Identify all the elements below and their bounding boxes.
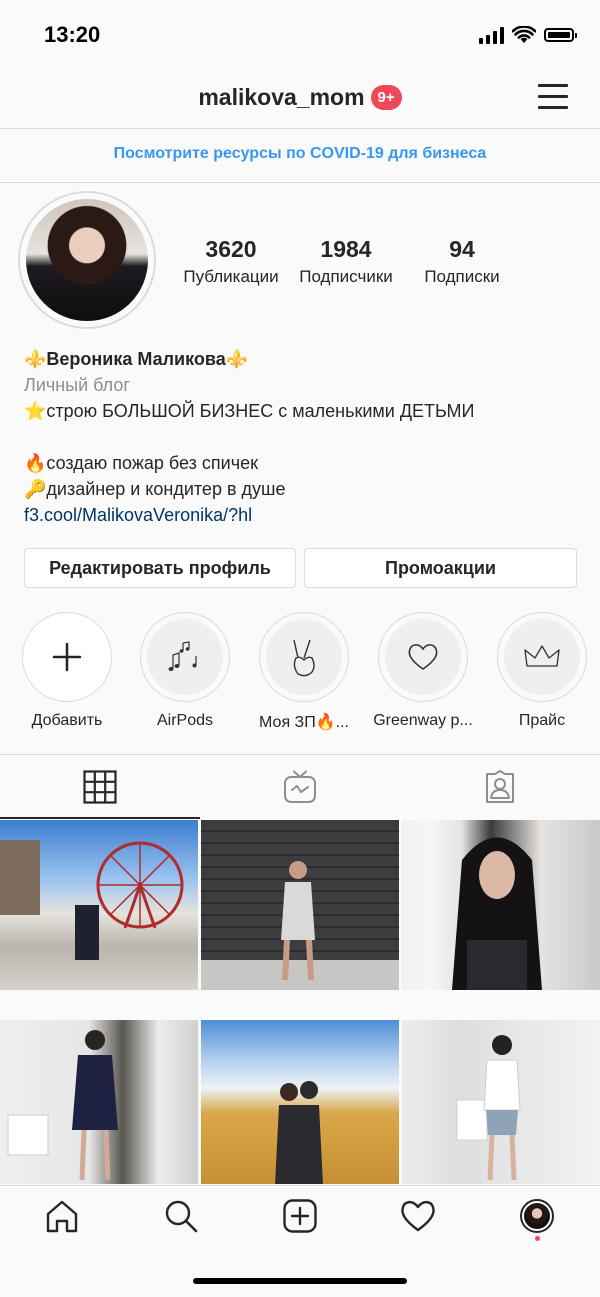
tab-tagged[interactable] <box>400 755 600 819</box>
nav-home[interactable] <box>42 1196 82 1236</box>
highlight-price[interactable]: Прайс <box>492 612 592 730</box>
search-icon <box>165 1200 198 1233</box>
profile-bio: ⚜️Вероника Маликова⚜️ Личный блог ⭐️стро… <box>24 346 584 528</box>
grid-photo[interactable] <box>402 1020 600 1184</box>
profile-avatar[interactable] <box>18 191 156 329</box>
portrait-silhouette-icon <box>452 837 542 990</box>
profile-header: malikova_mom 9+ <box>0 70 600 129</box>
posts-label: Публикации <box>183 267 279 286</box>
grid-photo[interactable] <box>0 1020 198 1184</box>
tab-igtv[interactable] <box>200 755 400 819</box>
cellular-signal-icon <box>479 26 504 44</box>
highlight-label: Добавить <box>31 712 103 729</box>
highlight-circle <box>497 612 587 702</box>
highlight-label: Моя ЗП🔥... <box>259 714 349 731</box>
nav-profile[interactable] <box>517 1196 557 1236</box>
person-silhouette-icon <box>456 1035 521 1181</box>
posts-count: 3620 <box>205 236 257 262</box>
status-time: 13:20 <box>44 22 101 47</box>
peace-hand-icon <box>293 639 315 677</box>
grid-photo[interactable] <box>402 820 600 990</box>
activity-heart-icon <box>401 1200 435 1232</box>
profile-avatar <box>520 1199 554 1233</box>
bio-name: ⚜️Вероника Маликова⚜️ <box>24 349 249 369</box>
battery-icon <box>544 28 577 42</box>
followers-count: 1984 <box>320 236 372 262</box>
bio-line: 🔥создаю пожар без спичек <box>24 453 258 473</box>
tab-grid[interactable] <box>0 755 200 819</box>
plus-icon <box>52 642 82 672</box>
highlight-circle <box>378 612 468 702</box>
tagged-user-icon <box>486 770 514 803</box>
promotions-button[interactable]: Промоакции <box>304 548 577 588</box>
heart-outline-icon <box>408 644 438 670</box>
status-bar: 13:20 <box>0 0 600 70</box>
followers-label: Подписчики <box>299 267 393 286</box>
highlight-circle <box>259 612 349 702</box>
music-notes-icon <box>168 641 197 671</box>
stat-following[interactable]: 94 Подписки <box>397 236 527 287</box>
avatar-photo <box>26 199 148 321</box>
bottom-navigation <box>0 1185 600 1250</box>
profile-username[interactable]: malikova_mom <box>198 84 364 110</box>
stat-followers[interactable]: 1984 Подписчики <box>281 236 411 287</box>
ferris-wheel-icon <box>0 840 184 960</box>
stat-posts[interactable]: 3620 Публикации <box>166 236 296 287</box>
grid-icon <box>83 770 117 804</box>
nav-search[interactable] <box>161 1196 201 1236</box>
username-row[interactable]: malikova_mom 9+ <box>0 84 600 111</box>
bio-category: Личный блог <box>24 375 130 395</box>
highlight-salary[interactable]: Моя ЗП🔥... <box>254 612 354 732</box>
new-post-icon <box>283 1199 317 1233</box>
photo-grid <box>0 820 600 1184</box>
bio-link[interactable]: f3.cool/MalikovaVeronika/?hl <box>24 502 584 528</box>
wifi-icon <box>512 26 536 43</box>
igtv-icon <box>284 770 316 803</box>
following-label: Подписки <box>424 267 500 286</box>
highlight-add[interactable]: Добавить <box>17 612 117 730</box>
grid-photo[interactable] <box>201 820 399 990</box>
notification-dot <box>535 1236 540 1241</box>
highlight-airpods[interactable]: AirPods <box>135 612 235 730</box>
highlight-label: Прайс <box>518 712 566 729</box>
status-icons <box>479 26 577 44</box>
highlight-circle <box>22 612 112 702</box>
highlight-label: Greenway p... <box>373 712 473 729</box>
menu-icon[interactable] <box>538 84 568 109</box>
following-count: 94 <box>449 236 475 262</box>
bio-line: ⭐️строю БОЛЬШОЙ БИЗНЕС с маленькими ДЕТЬ… <box>24 401 475 421</box>
notification-badge[interactable]: 9+ <box>370 85 402 110</box>
home-icon <box>46 1200 78 1233</box>
crown-icon <box>524 645 560 667</box>
active-tab-indicator <box>0 817 200 819</box>
person-silhouette-icon <box>7 1030 118 1181</box>
home-indicator[interactable] <box>193 1278 407 1284</box>
covid-resources-banner[interactable]: Посмотрите ресурсы по COVID-19 для бизне… <box>0 129 600 183</box>
couple-silhouette-icon <box>275 1081 323 1184</box>
grid-photo[interactable] <box>201 1020 399 1184</box>
bio-line: 🔑дизайнер и кондитер в душе <box>24 479 286 499</box>
nav-new-post[interactable] <box>280 1196 320 1236</box>
nav-activity[interactable] <box>398 1196 438 1236</box>
profile-tabs <box>0 754 600 819</box>
highlight-label: AirPods <box>156 712 214 729</box>
edit-profile-button[interactable]: Редактировать профиль <box>24 548 296 588</box>
person-silhouette-icon <box>201 861 399 990</box>
grid-photo[interactable] <box>0 820 198 990</box>
highlight-circle <box>140 612 230 702</box>
highlight-greenway[interactable]: Greenway p... <box>373 612 473 730</box>
